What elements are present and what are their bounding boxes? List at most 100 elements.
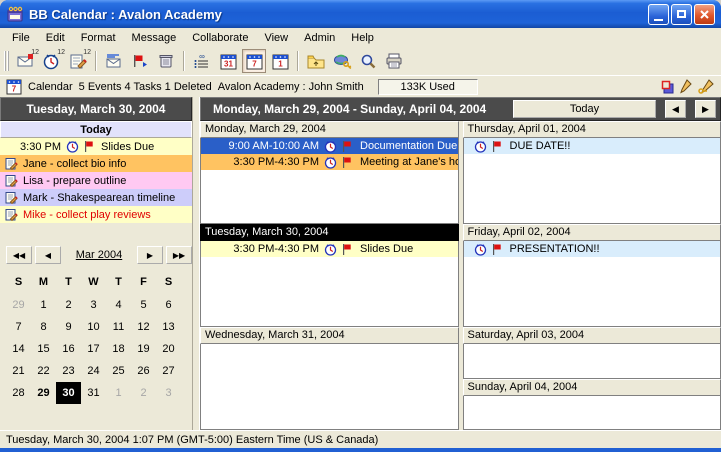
month-view-button[interactable]: 31 bbox=[216, 49, 240, 73]
clock-icon bbox=[324, 243, 337, 256]
today-button[interactable]: Today bbox=[513, 100, 656, 118]
prev-month-button[interactable]: ◀ bbox=[35, 246, 61, 264]
day-view-button[interactable]: 1 bbox=[268, 49, 292, 73]
day-section: Tuesday, March 30, 20043:30 PM-4:30 PMSl… bbox=[200, 224, 459, 327]
menu-file[interactable]: File bbox=[4, 30, 38, 46]
event-row[interactable]: 3:30 PM-4:30 PMMeeting at Jane's house bbox=[201, 154, 458, 170]
flag-button[interactable] bbox=[128, 49, 152, 73]
day-header[interactable]: Friday, April 02, 2004 bbox=[463, 224, 721, 241]
mini-calendar-day[interactable]: 1 bbox=[31, 294, 56, 316]
layers-icon[interactable] bbox=[661, 80, 675, 94]
day-body[interactable]: 9:00 AM-10:00 AMDocumentation Due3:30 PM… bbox=[200, 138, 459, 224]
left-panel-item[interactable]: Jane - collect bio info bbox=[0, 155, 192, 172]
mini-calendar-day[interactable]: 9 bbox=[56, 316, 81, 338]
month-label-link[interactable]: Mar 2004 bbox=[64, 249, 134, 261]
mini-calendar-day[interactable]: 15 bbox=[31, 338, 56, 360]
mini-calendar-day[interactable]: 3 bbox=[81, 294, 106, 316]
today-section-header[interactable]: Today bbox=[0, 121, 192, 138]
event-row[interactable]: PRESENTATION!! bbox=[464, 241, 721, 257]
mini-calendar-day[interactable]: 6 bbox=[156, 294, 181, 316]
close-button[interactable] bbox=[694, 4, 715, 25]
day-body[interactable]: 3:30 PM-4:30 PMSlides Due bbox=[200, 241, 459, 327]
event-row-selected[interactable]: 9:00 AM-10:00 AMDocumentation Due bbox=[201, 138, 458, 154]
day-body[interactable] bbox=[463, 396, 721, 431]
maximize-button[interactable] bbox=[671, 4, 692, 25]
mini-calendar-day[interactable]: 2 bbox=[131, 382, 156, 404]
menu-edit[interactable]: Edit bbox=[38, 30, 73, 46]
compose-message-button[interactable] bbox=[102, 49, 126, 73]
search-button[interactable] bbox=[356, 49, 380, 73]
day-body[interactable]: DUE DATE!! bbox=[463, 138, 721, 224]
left-panel-item[interactable]: Mark - Shakespearean timeline bbox=[0, 189, 192, 206]
mini-calendar-day[interactable]: 31 bbox=[81, 382, 106, 404]
access-key-button[interactable] bbox=[330, 49, 354, 73]
left-panel-item[interactable]: Lisa - prepare outline bbox=[0, 172, 192, 189]
day-body[interactable] bbox=[463, 344, 721, 379]
mini-calendar-day[interactable]: 26 bbox=[131, 360, 156, 382]
mini-calendar-day[interactable]: 29 bbox=[6, 294, 31, 316]
day-header[interactable]: Thursday, April 01, 2004 bbox=[463, 121, 721, 138]
mini-calendar-day[interactable]: 27 bbox=[156, 360, 181, 382]
prev-year-button[interactable]: ◀◀ bbox=[6, 246, 32, 264]
mini-calendar-day[interactable]: 17 bbox=[81, 338, 106, 360]
left-panel-item[interactable]: Mike - collect play reviews bbox=[0, 206, 192, 223]
day-header[interactable]: Sunday, April 04, 2004 bbox=[463, 379, 721, 396]
prev-week-button[interactable]: ◀ bbox=[665, 100, 686, 118]
new-alarm-button[interactable]: 12 bbox=[40, 49, 64, 73]
agenda-list-button[interactable]: ∞ bbox=[190, 49, 214, 73]
mini-calendar-day[interactable]: 7 bbox=[6, 316, 31, 338]
panel-splitter[interactable] bbox=[193, 97, 200, 430]
event-row[interactable]: 3:30 PM-4:30 PMSlides Due bbox=[201, 241, 458, 257]
mini-calendar-day[interactable]: 23 bbox=[56, 360, 81, 382]
menu-format[interactable]: Format bbox=[73, 30, 124, 46]
mini-calendar-day[interactable]: 14 bbox=[6, 338, 31, 360]
menu-collaborate[interactable]: Collaborate bbox=[184, 30, 256, 46]
day-header[interactable]: Saturday, April 03, 2004 bbox=[463, 327, 721, 344]
next-week-button[interactable]: ▶ bbox=[695, 100, 716, 118]
day-header[interactable]: Monday, March 29, 2004 bbox=[200, 121, 459, 138]
day-header[interactable]: Wednesday, March 31, 2004 bbox=[200, 327, 459, 344]
mini-calendar-day[interactable]: 25 bbox=[106, 360, 131, 382]
menu-view[interactable]: View bbox=[256, 30, 296, 46]
mini-calendar-day[interactable]: 20 bbox=[156, 338, 181, 360]
mini-calendar-day[interactable]: 1 bbox=[106, 382, 131, 404]
delete-button[interactable] bbox=[154, 49, 178, 73]
mini-calendar-day[interactable]: 2 bbox=[56, 294, 81, 316]
next-year-button[interactable]: ▶▶ bbox=[166, 246, 192, 264]
mini-calendar-day[interactable]: 19 bbox=[131, 338, 156, 360]
mini-calendar-day[interactable]: 16 bbox=[56, 338, 81, 360]
mini-calendar-day[interactable]: 13 bbox=[156, 316, 181, 338]
mini-calendar-day[interactable]: 12 bbox=[131, 316, 156, 338]
next-month-button[interactable]: ▶ bbox=[137, 246, 163, 264]
mini-calendar-day[interactable]: 22 bbox=[31, 360, 56, 382]
menu-admin[interactable]: Admin bbox=[296, 30, 343, 46]
mini-calendar-day[interactable]: 29 bbox=[31, 382, 56, 404]
mini-calendar-day[interactable]: 24 bbox=[81, 360, 106, 382]
mini-calendar-day[interactable]: 3 bbox=[156, 382, 181, 404]
pencil-icon[interactable] bbox=[680, 79, 692, 94]
day-body[interactable]: PRESENTATION!! bbox=[463, 241, 721, 327]
mini-calendar-day[interactable]: 28 bbox=[6, 382, 31, 404]
mini-calendar-day[interactable]: 21 bbox=[6, 360, 31, 382]
folder-up-button[interactable] bbox=[304, 49, 328, 73]
mini-calendar-day[interactable]: 8 bbox=[31, 316, 56, 338]
event-row[interactable]: DUE DATE!! bbox=[464, 138, 721, 154]
week-view-button[interactable]: 7 bbox=[242, 49, 266, 73]
minimize-button[interactable] bbox=[648, 4, 669, 25]
menu-help[interactable]: Help bbox=[343, 30, 382, 46]
menu-message[interactable]: Message bbox=[124, 30, 185, 46]
day-body[interactable] bbox=[200, 344, 459, 430]
mini-calendar-day[interactable]: 18 bbox=[106, 338, 131, 360]
mini-calendar-day[interactable]: 30 bbox=[56, 382, 81, 404]
print-button[interactable] bbox=[382, 49, 406, 73]
mini-calendar-day[interactable]: 5 bbox=[131, 294, 156, 316]
mini-calendar-day[interactable]: 10 bbox=[81, 316, 106, 338]
mini-calendar-day[interactable]: 11 bbox=[106, 316, 131, 338]
key-pencil-icon[interactable] bbox=[697, 79, 715, 94]
mini-calendar-day[interactable]: 4 bbox=[106, 294, 131, 316]
day-header[interactable]: Tuesday, March 30, 2004 bbox=[200, 224, 459, 241]
new-task-button[interactable]: 12 bbox=[66, 49, 90, 73]
left-panel-item[interactable]: 3:30 PMSlides Due bbox=[0, 138, 192, 155]
new-event-button[interactable]: 12 bbox=[14, 49, 38, 73]
toolbar-grip[interactable] bbox=[4, 51, 9, 71]
